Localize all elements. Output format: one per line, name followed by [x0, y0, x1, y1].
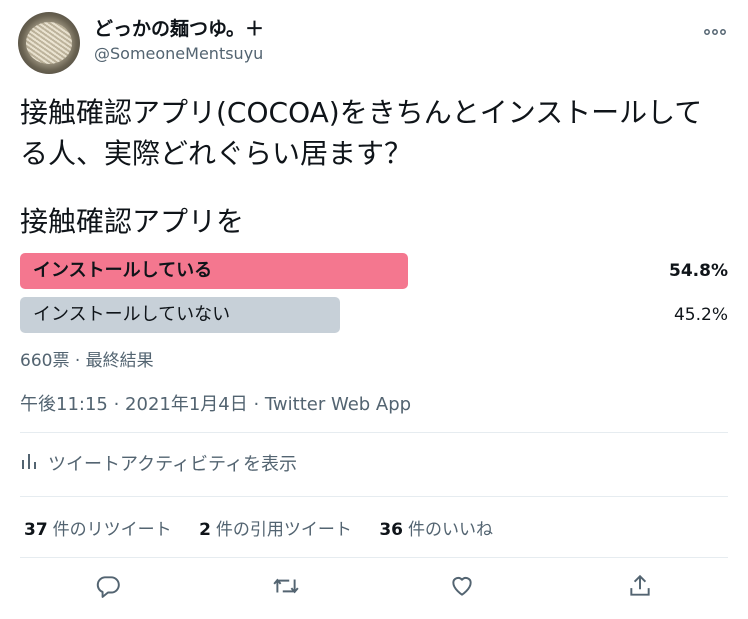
- retweets-count: 37: [24, 520, 48, 540]
- user-handle[interactable]: @SomeoneMentsuyu: [94, 44, 263, 63]
- likes-stat[interactable]: 36 件のいいね: [379, 515, 493, 540]
- analytics-icon: [20, 452, 38, 475]
- retweet-icon[interactable]: [270, 570, 302, 602]
- quote-tweets-stat[interactable]: 2 件の引用ツイート: [199, 515, 352, 540]
- engagement-stats: 37 件のリツイート 2 件の引用ツイート 36 件のいいね: [24, 515, 515, 540]
- retweets-stat[interactable]: 37 件のリツイート: [24, 515, 172, 540]
- tweet-activity-link[interactable]: ツイートアクティビティを表示: [20, 450, 297, 476]
- more-icon[interactable]: [704, 20, 726, 41]
- retweets-label: 件のリツイート: [52, 520, 172, 540]
- likes-count: 36: [379, 520, 403, 540]
- likes-label: 件のいいね: [408, 520, 493, 540]
- reply-icon[interactable]: [92, 570, 124, 602]
- poll-option-1-percent: 54.8%: [669, 261, 728, 281]
- divider: [20, 432, 728, 433]
- poll-option-1-label: インストールしている: [33, 260, 213, 281]
- poll-option-2-label: インストールしていない: [33, 304, 231, 325]
- like-icon[interactable]: [446, 570, 478, 602]
- display-name[interactable]: どっかの麺つゆ。＋: [94, 14, 264, 41]
- poll-question: 接触確認アプリを: [20, 205, 245, 238]
- divider: [20, 557, 728, 558]
- poll-meta: 660票 · 最終結果: [20, 351, 154, 371]
- quote-tweets-label: 件の引用ツイート: [215, 520, 352, 540]
- tweet-text: 接触確認アプリ(COCOA)をきちんとインストールしてる人、実際どれぐらい居ます…: [20, 96, 703, 170]
- poll-option-2-percent: 45.2%: [673, 305, 728, 325]
- share-icon[interactable]: [624, 570, 656, 602]
- divider: [20, 496, 728, 497]
- tweet-activity-label: ツイートアクティビティを表示: [48, 454, 297, 475]
- avatar[interactable]: [18, 12, 80, 74]
- timestamp[interactable]: 午後11:15 · 2021年1月4日 · Twitter Web App: [20, 390, 411, 416]
- quote-tweets-count: 2: [199, 520, 211, 540]
